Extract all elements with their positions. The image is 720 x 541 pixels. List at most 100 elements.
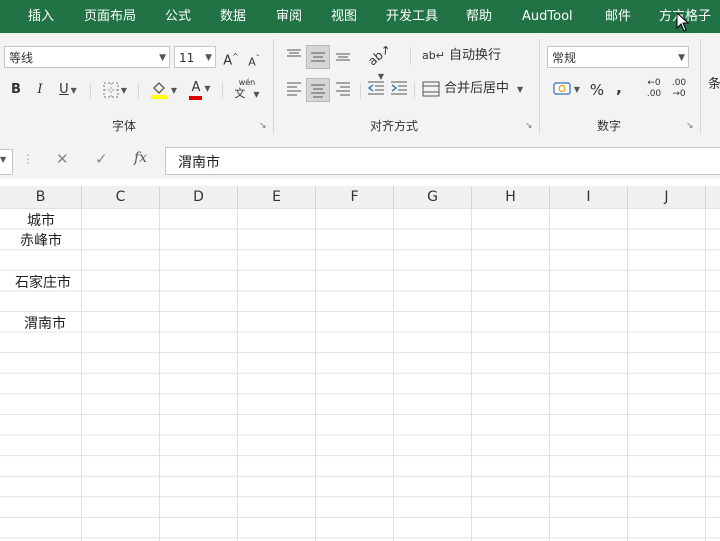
accounting-format-button[interactable]: ▼ [549, 79, 583, 100]
currency-icon [553, 81, 571, 95]
align-left-button[interactable] [284, 80, 304, 103]
cancel-entry-button[interactable]: ✕ [56, 150, 69, 168]
font-size-box[interactable]: 11 ▼ [174, 46, 216, 68]
column-header-h[interactable]: H [472, 186, 550, 208]
dialog-launcher-icon[interactable]: ↘ [686, 121, 694, 131]
group-divider [700, 39, 701, 133]
orientation-icon: ab↗ [365, 41, 395, 69]
chevron-down-icon: ▼ [517, 85, 524, 94]
align-center-button[interactable] [306, 78, 330, 102]
bold-button[interactable]: B [8, 80, 24, 100]
tab-audtool[interactable]: AudTool [522, 0, 573, 33]
cell-b-city-1[interactable]: 赤峰市 [0, 230, 82, 250]
formula-input[interactable]: 渭南市 [165, 147, 720, 175]
align-center-icon [311, 84, 325, 98]
cell-grid[interactable] [0, 208, 720, 541]
increase-decimal-bottom: .00 [646, 89, 662, 99]
decrease-indent-button[interactable] [366, 80, 386, 103]
phonetic-button[interactable]: wén 文 ▼ [230, 77, 264, 100]
chevron-down-icon: ▼ [120, 86, 128, 95]
column-header-j[interactable]: J [628, 186, 706, 208]
tab-view[interactable]: 视图 [331, 0, 357, 33]
font-name-box[interactable]: 等线 ▼ [4, 46, 170, 68]
paint-bucket-icon [150, 82, 167, 99]
drag-handle-icon[interactable]: ⋮ [22, 152, 34, 166]
font-name-value: 等线 [9, 51, 34, 65]
divider [414, 83, 415, 99]
gridline [237, 208, 238, 541]
comma-style-button[interactable]: , [612, 78, 626, 98]
wrap-text-icon: ab↵ [422, 49, 445, 62]
decrease-decimal-button[interactable]: .00 →0 [668, 78, 690, 100]
borders-button[interactable]: ▼ [100, 80, 130, 101]
gridline [315, 208, 316, 541]
tab-insert[interactable]: 插入 [28, 0, 54, 33]
tab-help[interactable]: 帮助 [466, 0, 492, 33]
column-header-i[interactable]: I [550, 186, 628, 208]
wrap-text-label: 自动换行 [448, 48, 501, 63]
mouse-cursor-icon [676, 12, 690, 32]
align-bottom-button[interactable] [333, 47, 353, 70]
grow-font-label: A [223, 53, 233, 69]
column-header-b[interactable]: B [0, 186, 82, 208]
confirm-entry-button[interactable]: ✓ [95, 150, 108, 168]
ribbon-tab-bar: 插入 页面布局 公式 数据 审阅 视图 开发工具 帮助 AudTool 邮件 方… [0, 0, 720, 33]
group-divider [273, 39, 274, 133]
italic-button[interactable]: I [32, 80, 48, 100]
percent-style-button[interactable]: % [588, 80, 606, 100]
gridline [627, 208, 628, 541]
increase-decimal-button[interactable]: ←0 .00 [643, 78, 665, 100]
phonetic-bottom: 文 ▼ [230, 88, 264, 100]
gridline [705, 208, 706, 541]
tab-mail[interactable]: 邮件 [605, 0, 631, 33]
underline-button[interactable]: U ▼ [56, 80, 80, 101]
insert-function-button[interactable]: fx [134, 150, 147, 166]
align-top-button[interactable] [284, 47, 304, 70]
phonetic-bottom-label: 文 [234, 87, 246, 100]
tab-data[interactable]: 数据 [220, 0, 246, 33]
shrink-font-button[interactable]: Aˇ [245, 49, 263, 73]
merge-cells-icon [422, 81, 440, 96]
number-format-box[interactable]: 常规 ▼ [547, 46, 689, 68]
increase-indent-icon [391, 81, 407, 95]
font-color-button[interactable]: A ▼ [184, 78, 216, 100]
column-header-d[interactable]: D [160, 186, 238, 208]
decrease-indent-icon [367, 81, 384, 95]
chevron-down-icon: ▼ [170, 85, 178, 95]
tab-review[interactable]: 审阅 [276, 0, 302, 33]
chevron-down-icon: ▼ [159, 53, 166, 63]
wrap-text-button[interactable]: ab↵ 自动换行 [422, 46, 512, 66]
align-middle-button[interactable] [306, 45, 330, 69]
column-header-e[interactable]: E [238, 186, 316, 208]
grow-font-button[interactable]: A^ [222, 47, 240, 71]
number-format-value: 常规 [552, 51, 577, 65]
underline-label: U [59, 82, 69, 97]
name-box[interactable]: ▼ [0, 149, 13, 175]
column-header-c[interactable]: C [82, 186, 160, 208]
align-right-icon [336, 82, 350, 96]
dialog-launcher-icon[interactable]: ↘ [525, 121, 533, 131]
cell-b-header[interactable]: 城市 [0, 210, 82, 230]
tab-developer[interactable]: 开发工具 [386, 0, 438, 33]
dialog-launcher-icon[interactable]: ↘ [259, 121, 267, 131]
fill-color-button[interactable]: ▼ [146, 79, 180, 101]
decrease-decimal-top: .00 [671, 78, 687, 88]
increase-indent-button[interactable] [389, 80, 409, 103]
column-header-f[interactable]: F [316, 186, 394, 208]
align-right-button[interactable] [333, 80, 353, 103]
chevron-down-icon: ▼ [0, 155, 7, 164]
tab-formulas[interactable]: 公式 [165, 0, 191, 33]
gridline [549, 208, 550, 541]
gridline [393, 208, 394, 541]
tab-page-layout[interactable]: 页面布局 [84, 0, 136, 33]
conditional-format-partial-label[interactable]: 条 [708, 75, 720, 95]
merge-center-button[interactable]: 合并后居中 ▼ [422, 79, 530, 100]
cell-b-city-3[interactable]: 渭南市 [0, 313, 90, 333]
chevron-down-icon: ▼ [253, 90, 260, 99]
ribbon: 等线 ▼ 11 ▼ A^ Aˇ B I U ▼ ▼ ▼ A ▼ wén 文 ▼ 字体 … [0, 33, 720, 138]
shrink-font-label: A [248, 55, 256, 69]
number-group-label: 数字 [597, 119, 622, 133]
chevron-down-icon: ▼ [205, 53, 212, 63]
column-header-g[interactable]: G [394, 186, 472, 208]
cell-b-city-2[interactable]: 石家庄市 [0, 272, 86, 292]
